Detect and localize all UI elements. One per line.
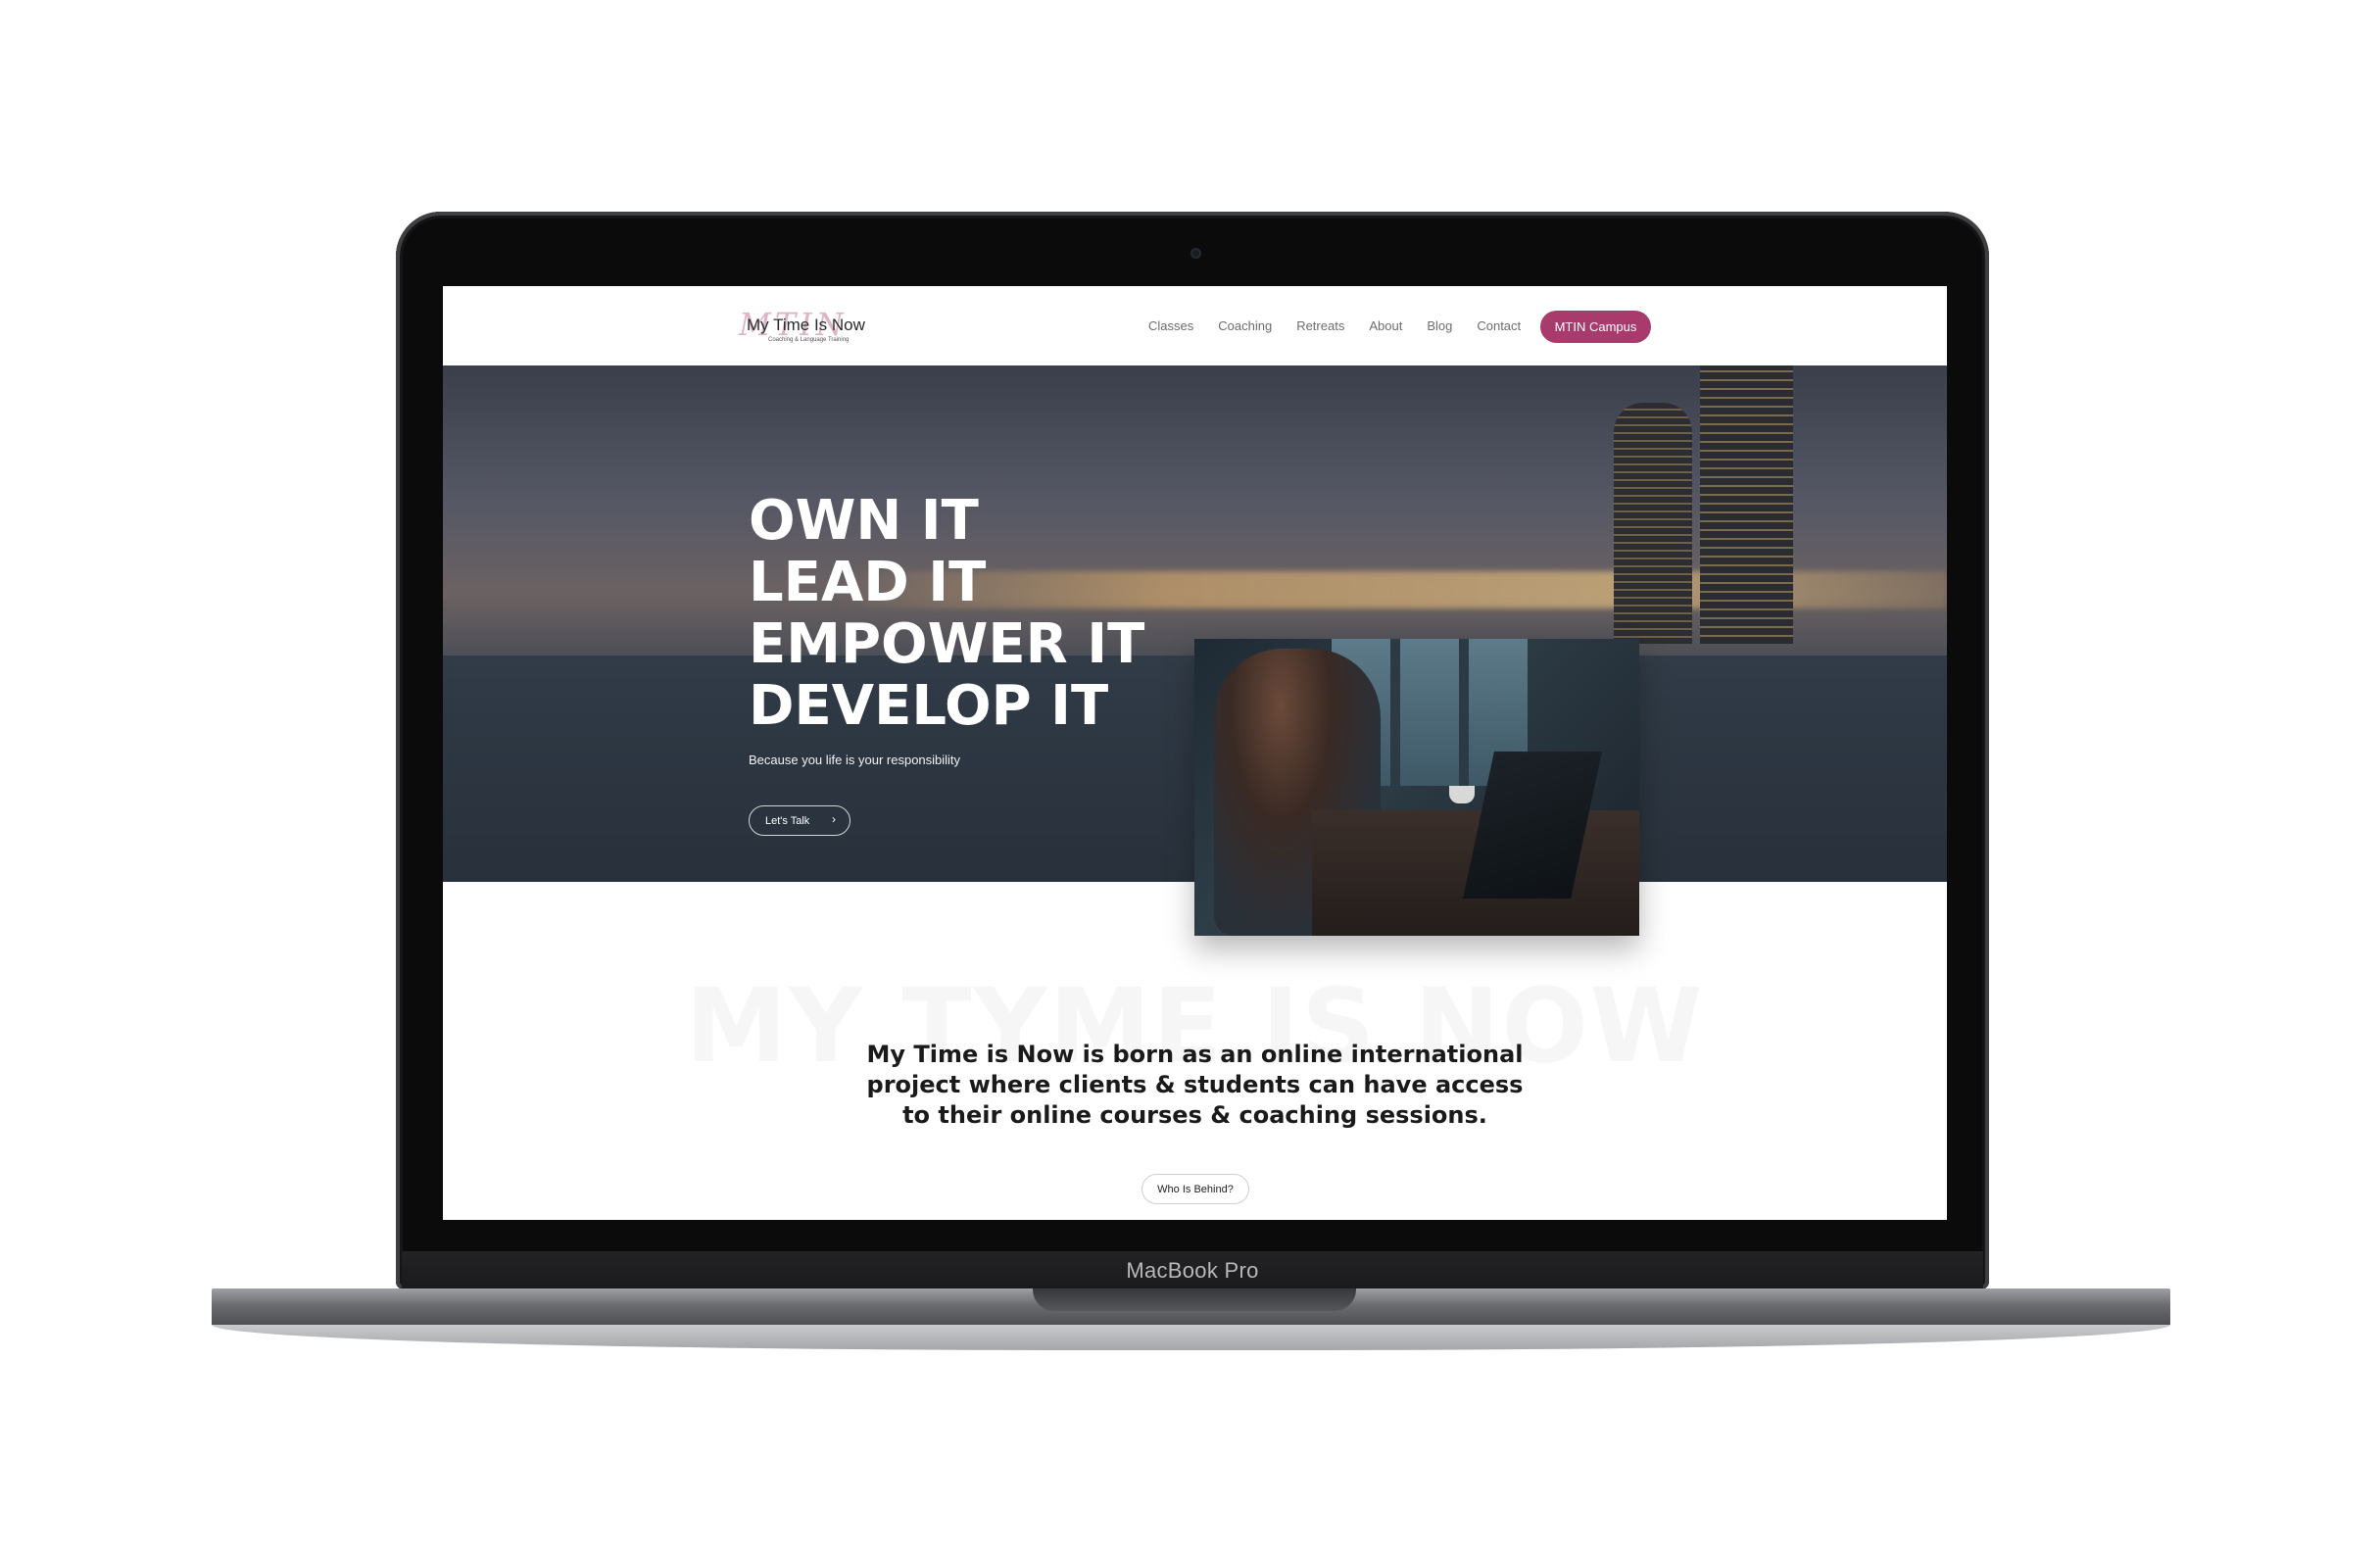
menu-item-about[interactable]: About (1369, 318, 1402, 333)
laptop-base-bottom (212, 1325, 2170, 1350)
menu-item-retreats[interactable]: Retreats (1296, 318, 1344, 333)
hero-line: OWN IT (749, 489, 979, 553)
menu-item-classes[interactable]: Classes (1148, 318, 1193, 333)
hero-line: DEVELOP IT (749, 674, 1109, 738)
skyscraper-image (1614, 403, 1692, 644)
main-menu: Classes Coaching Retreats About Blog Con… (1148, 318, 1521, 333)
intro-text: My Time is Now is born as an online inte… (866, 1041, 1524, 1129)
logo-name: My Time Is Now (747, 316, 865, 334)
hero-headline: OWN IT LEAD IT EMPOWER IT DEVELOP IT (749, 490, 1144, 737)
menu-item-blog[interactable]: Blog (1427, 318, 1452, 333)
skyscraper-image (1700, 365, 1793, 644)
lets-talk-label: Let's Talk (765, 814, 810, 827)
menu-item-coaching[interactable]: Coaching (1218, 318, 1272, 333)
mtin-campus-button[interactable]: MTIN Campus (1540, 311, 1651, 343)
menu-item-contact[interactable]: Contact (1477, 318, 1521, 333)
who-is-behind-button[interactable]: Who Is Behind? (1141, 1174, 1249, 1204)
hero-line: LEAD IT (749, 551, 987, 614)
hero-subtitle: Because you life is your responsibility (749, 753, 961, 767)
website-screen: MTIN My Time Is Now Coaching & Language … (443, 286, 1947, 1220)
camera-icon (1190, 248, 1201, 259)
laptop-notch (1033, 1288, 1356, 1311)
logo-tagline: Coaching & Language Training (768, 337, 850, 343)
site-header: MTIN My Time Is Now Coaching & Language … (443, 286, 1947, 365)
site-logo[interactable]: MTIN My Time Is Now Coaching & Language … (737, 300, 894, 353)
hero-line: EMPOWER IT (749, 612, 1145, 676)
photo-cup (1449, 786, 1475, 803)
chevron-right-icon: › (832, 812, 836, 826)
lets-talk-button[interactable]: Let's Talk › (749, 805, 850, 836)
woman-laptop-photo (1194, 639, 1639, 936)
device-label: MacBook Pro (402, 1251, 1983, 1289)
